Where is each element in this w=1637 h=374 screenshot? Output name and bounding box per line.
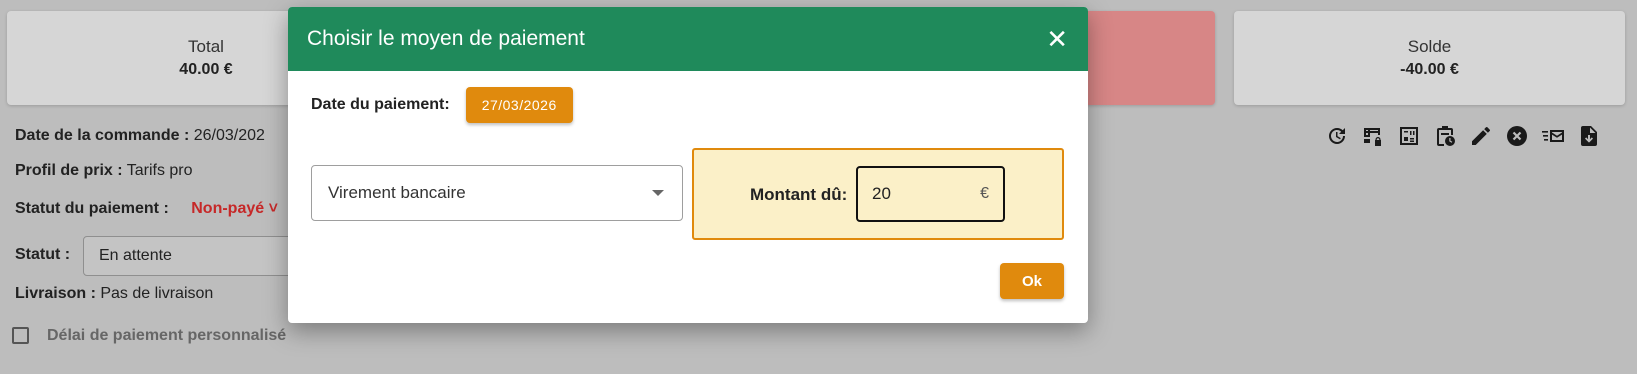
close-icon[interactable]: ✕	[1046, 26, 1068, 52]
payment-date-label: Date du paiement:	[311, 96, 450, 113]
payment-date-button[interactable]: 27/03/2026	[465, 87, 573, 123]
payment-date-row: Date du paiement: 27/03/2026	[311, 87, 573, 123]
currency-symbol: €	[980, 185, 989, 202]
dialog-title: Choisir le moyen de paiement	[307, 27, 585, 50]
ok-button[interactable]: Ok	[1000, 263, 1064, 299]
amount-due-value: 20	[872, 184, 891, 203]
chevron-down-icon	[652, 190, 664, 196]
payment-method-select[interactable]: Virement bancaire	[311, 165, 683, 221]
payment-method-value: Virement bancaire	[328, 183, 466, 202]
amount-due-label: Montant dû:	[750, 185, 848, 204]
amount-due-panel: Montant dû: 20 €	[692, 148, 1064, 240]
amount-due-input[interactable]: 20 €	[856, 166, 1005, 222]
dialog-header: Choisir le moyen de paiement ✕	[288, 7, 1088, 71]
payment-method-dialog: Choisir le moyen de paiement ✕ Date du p…	[288, 7, 1088, 323]
